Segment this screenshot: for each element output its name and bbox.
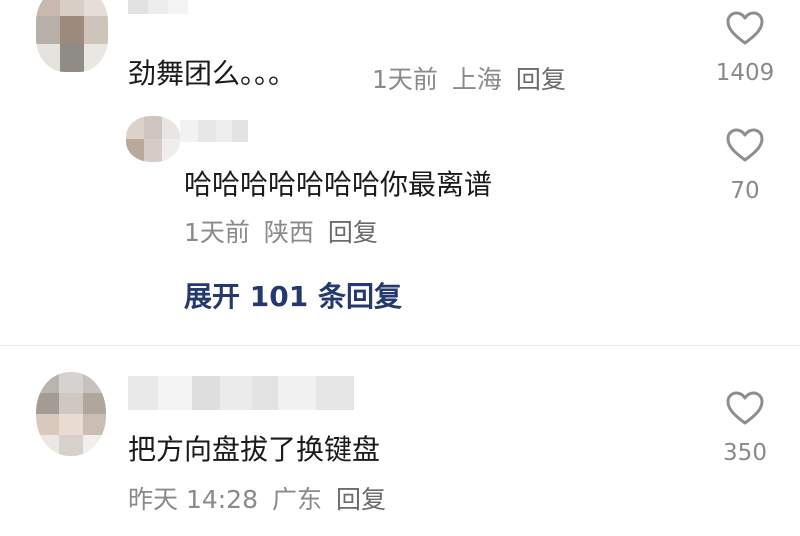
expand-replies-button[interactable]: 展开 101 条回复 — [184, 275, 402, 315]
like-count: 70 — [730, 178, 760, 204]
comment-location: 上海 — [451, 65, 502, 94]
comment-text: 劲舞团么。。。 — [128, 57, 297, 90]
comment-location: 陕西 — [263, 218, 314, 247]
comment-meta: 1天前 陕西 回复 — [184, 213, 378, 249]
username-blurred[interactable] — [128, 376, 354, 410]
avatar[interactable] — [36, 0, 108, 72]
heart-outline-icon[interactable] — [725, 127, 765, 163]
comment-meta: 昨天 14:28 广东 回复 — [128, 480, 386, 516]
divider — [0, 345, 800, 346]
comment-text: 把方向盘拔了换键盘 — [128, 433, 381, 466]
comment-meta: 1天前 上海 回复 — [372, 60, 566, 96]
reply-button[interactable]: 回复 — [336, 485, 386, 514]
comment-time: 1天前 — [184, 218, 250, 247]
avatar[interactable] — [36, 372, 106, 456]
comment-text: 哈哈哈哈哈哈哈你最离谱 — [184, 168, 493, 201]
username-blurred[interactable] — [128, 0, 188, 14]
comment-location: 广东 — [272, 485, 323, 514]
reply-button[interactable]: 回复 — [328, 218, 378, 247]
like-count: 1409 — [715, 60, 775, 86]
like-count: 350 — [723, 440, 767, 466]
heart-outline-icon[interactable] — [725, 10, 765, 46]
comment-time: 1天前 — [372, 65, 438, 94]
avatar[interactable] — [126, 116, 180, 162]
heart-outline-icon[interactable] — [725, 390, 765, 426]
reply-button[interactable]: 回复 — [516, 65, 566, 94]
comment-time: 昨天 14:28 — [128, 485, 258, 514]
username-blurred[interactable] — [180, 120, 248, 142]
